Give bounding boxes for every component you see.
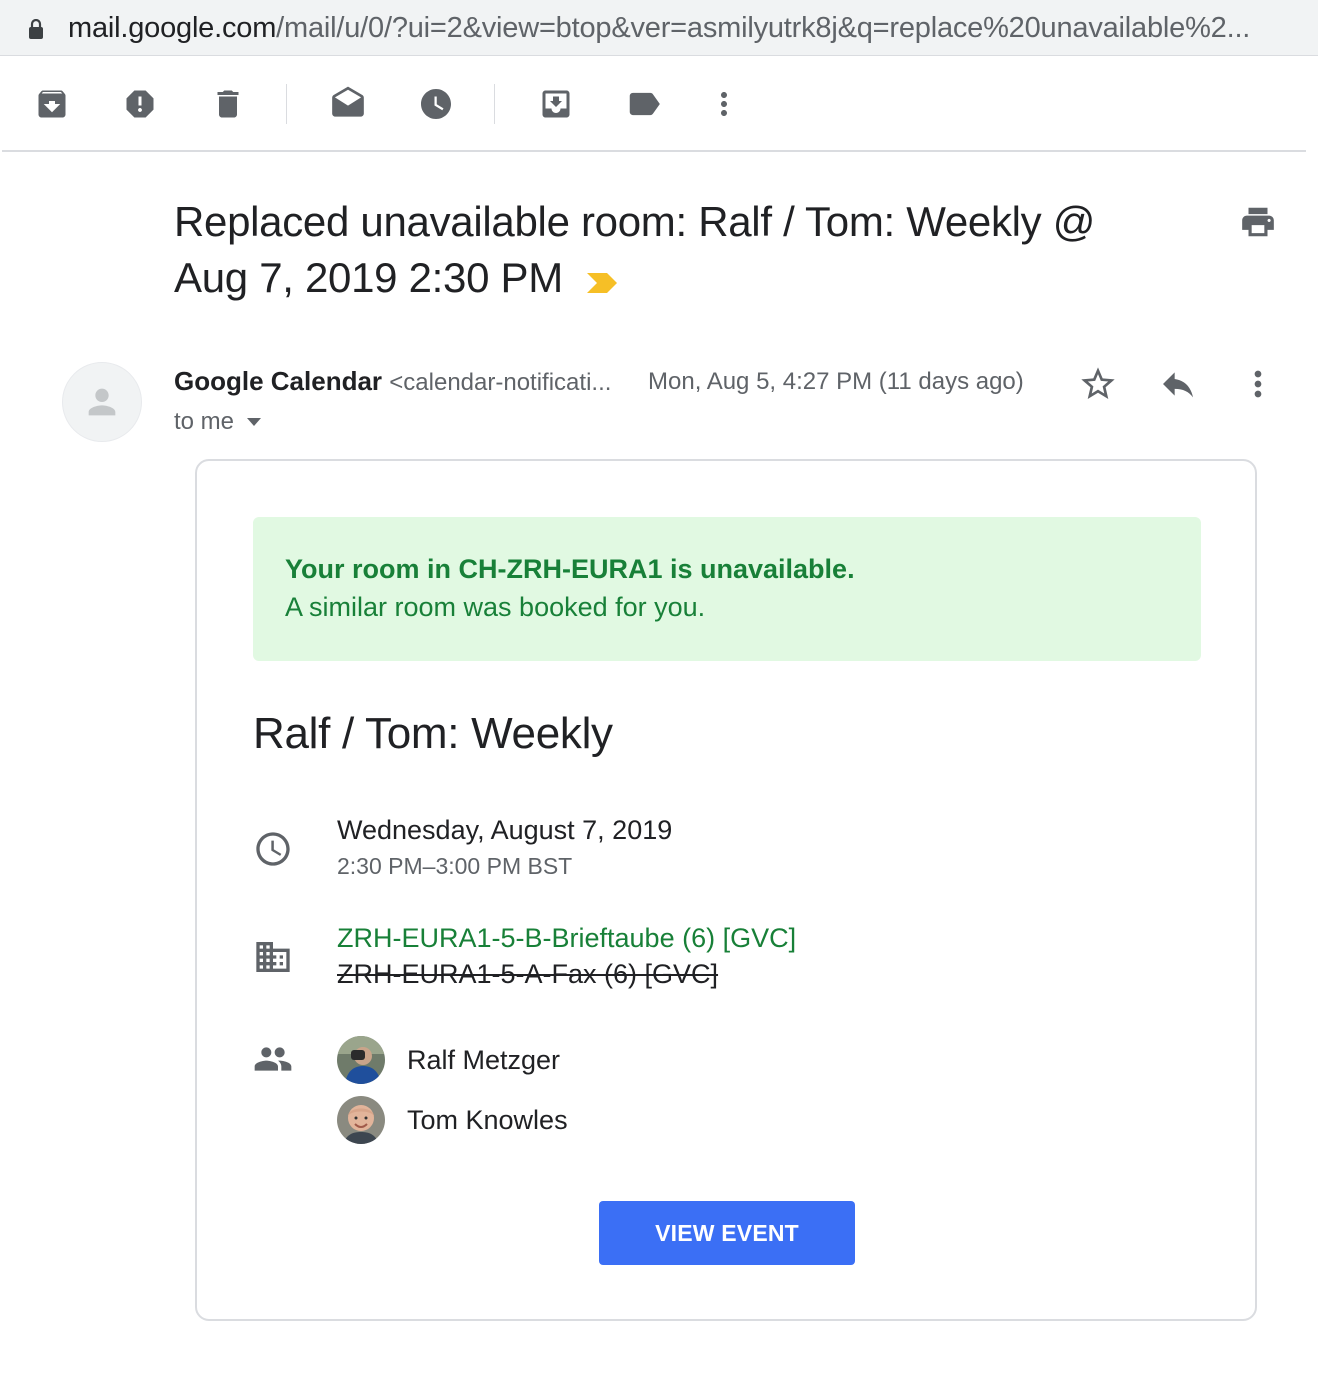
delete-icon[interactable]	[208, 84, 248, 124]
message-date: Mon, Aug 5, 4:27 PM (11 days ago)	[648, 368, 1024, 395]
view-event-button[interactable]: VIEW EVENT	[599, 1201, 855, 1265]
url-text[interactable]: mail.google.com/mail/u/0/?ui=2&view=btop…	[68, 12, 1308, 45]
guest-avatar	[337, 1036, 385, 1084]
people-icon	[254, 1047, 292, 1071]
event-date: Wednesday, August 7, 2019	[337, 815, 673, 845]
message-more-icon[interactable]	[1238, 364, 1278, 404]
print-icon[interactable]	[1238, 202, 1278, 242]
building-icon	[256, 942, 290, 972]
star-icon[interactable]	[1078, 364, 1118, 404]
room-old: ZRH-EURA1-5-A-Fax (6) [GVC]	[337, 959, 719, 989]
guest-avatar	[337, 1096, 385, 1144]
person-icon	[88, 388, 116, 416]
reply-icon[interactable]	[1158, 364, 1198, 404]
sender-email: <calendar-notificati...	[389, 369, 612, 396]
guest-item: Tom Knowles	[337, 1095, 568, 1145]
guest-item: Ralf Metzger	[337, 1035, 560, 1085]
notice-text: A similar room was booked for you.	[285, 592, 706, 622]
more-vert-icon[interactable]	[704, 84, 744, 124]
mark-unread-icon[interactable]	[328, 84, 368, 124]
recipient-label: to me	[174, 408, 235, 435]
toolbar-divider	[2, 150, 1306, 152]
move-to-icon[interactable]	[536, 84, 576, 124]
importance-marker-icon[interactable]	[585, 253, 619, 309]
event-title: Ralf / Tom: Weekly	[253, 709, 613, 758]
guest-name[interactable]: Tom Knowles	[407, 1105, 568, 1136]
room-new[interactable]: ZRH-EURA1-5-B-Brieftaube (6) [GVC]	[337, 923, 796, 954]
message-subject: Replaced unavailable room: Ralf / Tom: W…	[174, 194, 1184, 309]
report-spam-icon[interactable]	[120, 84, 160, 124]
recipients-toggle[interactable]: to me	[174, 408, 262, 436]
event-time: 2:30 PM–3:00 PM BST	[337, 853, 573, 879]
sender-name[interactable]: Google Calendar	[174, 366, 382, 396]
lock-icon	[29, 19, 43, 39]
calendar-card: Your room in CH-ZRH-EURA1 is unavailable…	[195, 459, 1257, 1321]
chevron-down-icon	[247, 418, 262, 426]
sender[interactable]: Google Calendar <calendar-notificati...	[174, 366, 611, 397]
room-notice: Your room in CH-ZRH-EURA1 is unavailable…	[253, 517, 1201, 661]
label-icon[interactable]	[624, 84, 664, 124]
message-toolbar	[0, 56, 1318, 152]
snooze-icon[interactable]	[416, 84, 456, 124]
sender-avatar[interactable]	[62, 362, 142, 442]
address-bar[interactable]: mail.google.com/mail/u/0/?ui=2&view=btop…	[0, 0, 1318, 56]
clock-icon	[256, 832, 290, 866]
notice-heading: Your room in CH-ZRH-EURA1 is unavailable…	[285, 554, 855, 584]
guest-name[interactable]: Ralf Metzger	[407, 1045, 560, 1076]
archive-icon[interactable]	[32, 84, 72, 124]
